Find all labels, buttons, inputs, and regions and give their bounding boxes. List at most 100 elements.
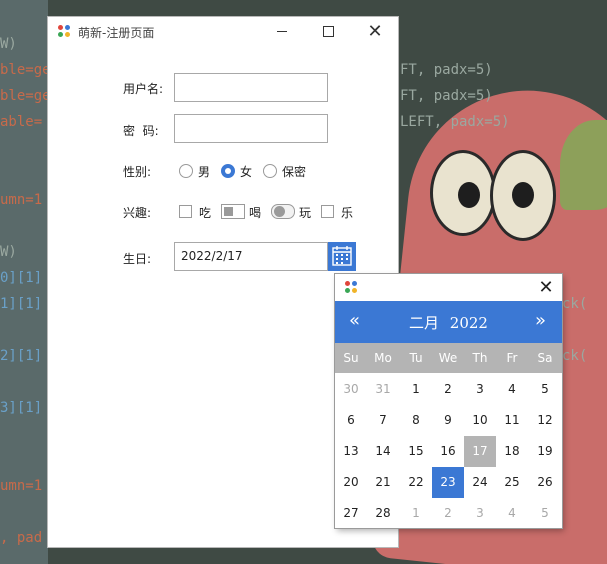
- background-code-line: W): [0, 244, 17, 260]
- calendar-day[interactable]: 23: [432, 467, 464, 498]
- calendar-day[interactable]: 3: [464, 498, 496, 529]
- calendar-day[interactable]: 16: [432, 436, 464, 467]
- next-month-button[interactable]: »: [535, 310, 546, 331]
- gender-option-label: 保密: [282, 165, 307, 179]
- gender-radio-male[interactable]: [179, 164, 193, 178]
- calendar-day[interactable]: 31: [367, 374, 399, 405]
- background-code-line: 2][1]: [0, 348, 43, 364]
- app-icon: [345, 281, 359, 295]
- calendar-day[interactable]: 3: [464, 374, 496, 405]
- username-label: 用户名:: [123, 82, 164, 96]
- calendar-day[interactable]: 2: [432, 374, 464, 405]
- weekday-label: Su: [343, 351, 359, 365]
- background-code-line: able=: [0, 114, 43, 130]
- month-label: 二月: [409, 314, 440, 332]
- minimize-button[interactable]: [260, 17, 306, 47]
- calendar-day[interactable]: 2: [432, 498, 464, 529]
- calendar-day[interactable]: 14: [367, 436, 399, 467]
- calendar-icon: [332, 246, 352, 266]
- username-input[interactable]: [174, 73, 328, 102]
- calendar-day[interactable]: 20: [335, 467, 367, 498]
- calendar-day[interactable]: 27: [335, 498, 367, 529]
- close-icon: ✕: [538, 277, 554, 298]
- calendar-day[interactable]: 30: [335, 374, 367, 405]
- calendar-day[interactable]: 24: [464, 467, 496, 498]
- weekday-label: Tu: [409, 351, 423, 365]
- background-code-line: ck(: [562, 296, 588, 312]
- popup-title-bar[interactable]: ✕: [335, 274, 562, 301]
- calendar-day[interactable]: 18: [496, 436, 528, 467]
- password-input[interactable]: [174, 114, 328, 143]
- gender-radio-female[interactable]: [221, 164, 235, 178]
- hobby-checkbox-fun[interactable]: [321, 205, 334, 218]
- year-label: 2022: [449, 314, 488, 332]
- calendar-day[interactable]: 10: [464, 405, 496, 436]
- calendar-day[interactable]: 5: [529, 498, 561, 529]
- calendar-day[interactable]: 7: [367, 405, 399, 436]
- popup-close-button[interactable]: ✕: [535, 277, 557, 299]
- calendar-day[interactable]: 9: [432, 405, 464, 436]
- calendar-button[interactable]: [328, 242, 356, 271]
- weekday-header: Su Mo Tu We Th Fr Sa: [335, 343, 562, 373]
- month-year-label: 二月 2022: [335, 312, 562, 333]
- calendar-day[interactable]: 5: [529, 374, 561, 405]
- background-code-line: W): [0, 36, 17, 52]
- background-code-line: 3][1]: [0, 400, 43, 416]
- background-code-line: ck(: [562, 348, 588, 364]
- calendar-day[interactable]: 22: [400, 467, 432, 498]
- calendar-day[interactable]: 19: [529, 436, 561, 467]
- calendar-day[interactable]: 4: [496, 374, 528, 405]
- calendar-day[interactable]: 17: [464, 436, 496, 467]
- calendar-day[interactable]: 15: [400, 436, 432, 467]
- background-code-line: FT, padx=5): [400, 88, 493, 104]
- hobby-option-label: 喝: [249, 206, 262, 220]
- close-button[interactable]: ✕: [352, 17, 398, 47]
- maximize-icon: [323, 26, 334, 37]
- title-bar[interactable]: 萌新-注册页面 ✕: [48, 17, 398, 47]
- background-code-line: umn=1: [0, 192, 43, 208]
- birthday-input[interactable]: 2022/2/17: [174, 242, 328, 271]
- background-code-line: FT, padx=5): [400, 62, 493, 78]
- app-icon: [58, 25, 72, 39]
- password-label: 密 码:: [123, 124, 159, 138]
- hobby-toggle-play[interactable]: [271, 204, 295, 219]
- background-code-line: LEFT, padx=5): [400, 114, 510, 130]
- weekday-label: Fr: [506, 351, 518, 365]
- calendar-day[interactable]: 6: [335, 405, 367, 436]
- calendar-day[interactable]: 25: [496, 467, 528, 498]
- hobby-option-label: 乐: [341, 206, 354, 220]
- hobby-checkbox-eat[interactable]: [179, 205, 192, 218]
- close-icon: ✕: [367, 21, 383, 42]
- calendar-day[interactable]: 8: [400, 405, 432, 436]
- hobby-option-label: 吃: [199, 206, 212, 220]
- background-code-line: 0][1]: [0, 270, 43, 286]
- desktop: W) ble=ge ble=ge able= umn=1 W) 0][1] 1]…: [0, 0, 607, 564]
- weekday-label: We: [438, 351, 458, 365]
- background-code-line: 1][1]: [0, 296, 43, 312]
- calendar-day[interactable]: 11: [496, 405, 528, 436]
- gender-option-label: 男: [198, 165, 211, 179]
- birthday-label: 生日:: [123, 252, 152, 266]
- calendar-day[interactable]: 4: [496, 498, 528, 529]
- maximize-button[interactable]: [306, 17, 352, 47]
- background-code-line: umn=1: [0, 478, 43, 494]
- hobby-option-label: 玩: [299, 206, 312, 220]
- hobby-toggle-drink[interactable]: [221, 204, 245, 219]
- weekday-label: Mo: [374, 351, 392, 365]
- calendar-day[interactable]: 13: [335, 436, 367, 467]
- background-code-line: , pad: [0, 530, 43, 546]
- gender-radio-secret[interactable]: [263, 164, 277, 178]
- calendar-day[interactable]: 26: [529, 467, 561, 498]
- gender-option-label: 女: [240, 165, 253, 179]
- background-code-line: ble=ge: [0, 88, 51, 104]
- wallpaper-pupil-right: [512, 182, 534, 208]
- calendar-day[interactable]: 12: [529, 405, 561, 436]
- calendar-day[interactable]: 1: [400, 374, 432, 405]
- wallpaper-pupil-left: [458, 182, 480, 208]
- gender-label: 性别:: [123, 165, 152, 179]
- hobby-label: 兴趣:: [123, 206, 152, 220]
- calendar-day[interactable]: 1: [400, 498, 432, 529]
- calendar-day[interactable]: 28: [367, 498, 399, 529]
- calendar-header: « 二月 2022 »: [335, 301, 562, 343]
- calendar-day[interactable]: 21: [367, 467, 399, 498]
